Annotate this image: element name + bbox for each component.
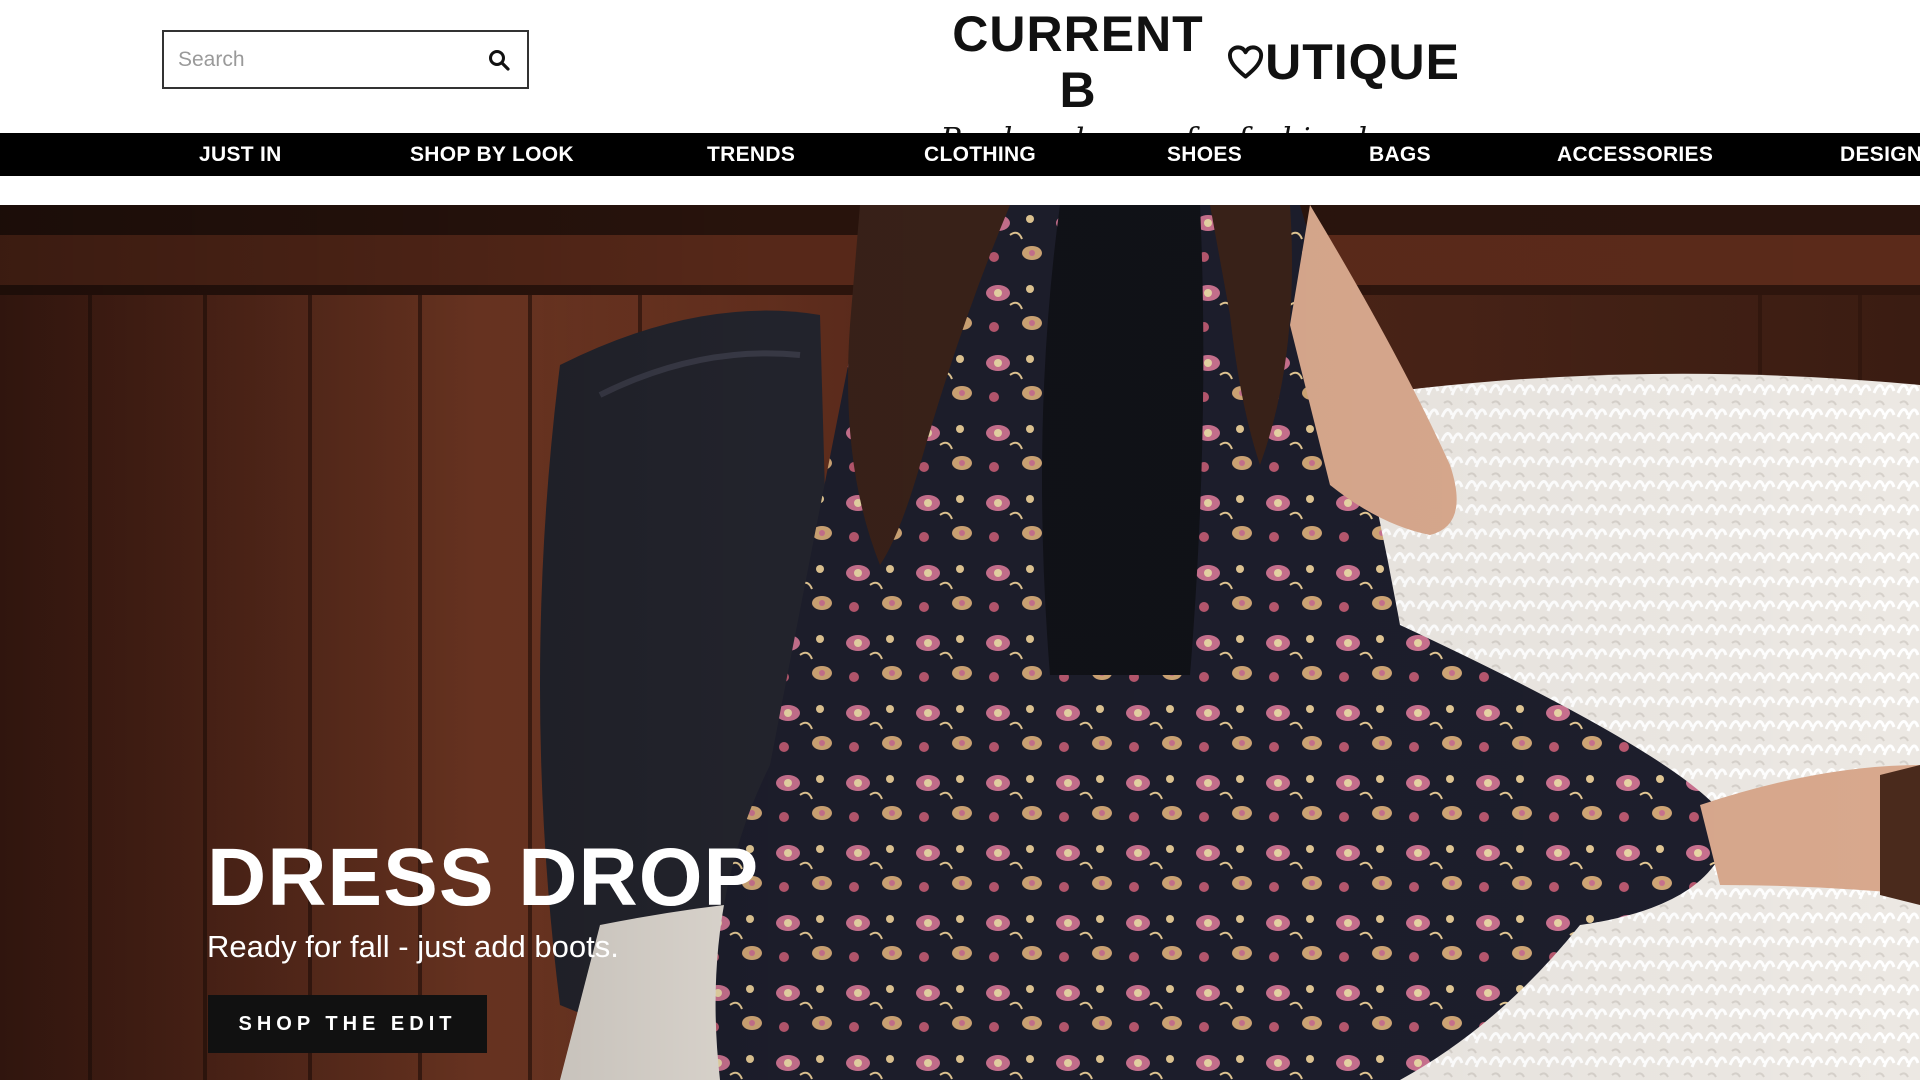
heart-icon [1227,45,1264,79]
search-input[interactable] [164,32,471,87]
nav-item-just-in[interactable]: JUST IN [199,133,282,176]
logo-title-end: UTIQUE [1265,34,1460,90]
logo-title: CURRENT B UTIQUE [930,6,1460,118]
nav-item-bags[interactable]: BAGS [1369,133,1431,176]
site-header: CURRENT B UTIQUE Pre-loved gems for fash… [0,0,1920,157]
search-box[interactable] [162,30,529,89]
nav-item-trends[interactable]: TRENDS [707,133,795,176]
hero-title: DRESS DROP [207,832,760,923]
hero-banner[interactable]: DRESS DROP Ready for fall - just add boo… [0,205,1920,1080]
nav-item-shop-by-look[interactable]: SHOP BY LOOK [410,133,574,176]
nav-item-shoes[interactable]: SHOES [1167,133,1242,176]
main-nav: JUST IN SHOP BY LOOK TRENDS CLOTHING SHO… [0,133,1920,176]
shop-the-edit-button[interactable]: SHOP THE EDIT [208,995,487,1053]
hero-subtitle: Ready for fall - just add boots. [207,929,619,964]
nav-item-accessories[interactable]: ACCESSORIES [1557,133,1713,176]
logo-title-start: CURRENT B [952,6,1204,118]
search-button[interactable] [471,32,527,87]
search-icon [489,49,510,71]
site-logo[interactable]: CURRENT B UTIQUE Pre-loved gems for fash… [930,6,1460,157]
nav-item-designers[interactable]: DESIGN [1840,133,1920,176]
nav-item-clothing[interactable]: CLOTHING [924,133,1036,176]
